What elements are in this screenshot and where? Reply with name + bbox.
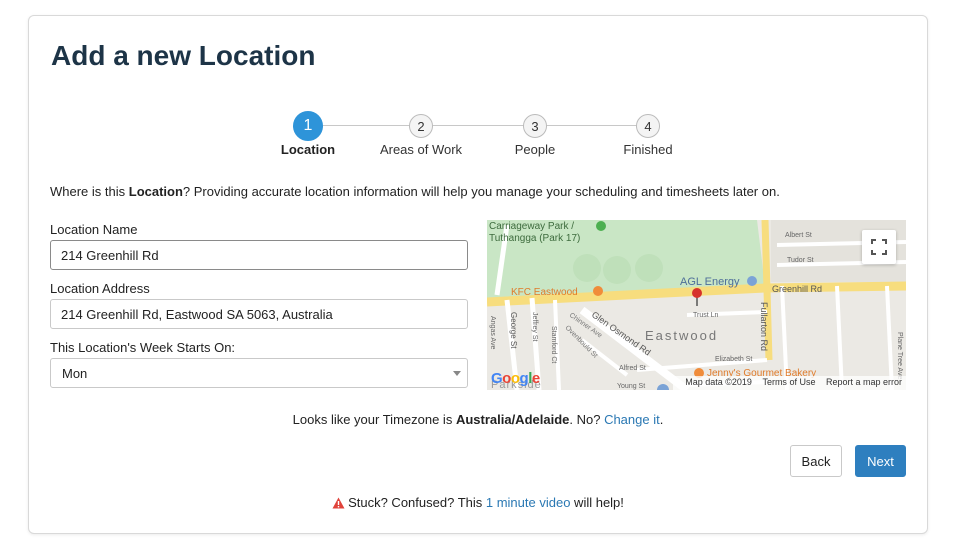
map-label: Alfred St [619,365,646,372]
intro-text: Where is this Location? Providing accura… [50,184,780,199]
tz-middle: . No? [569,412,605,427]
location-map[interactable]: Carriageway Park / Tuthangga (Park 17) K… [487,220,906,390]
expand-icon [871,239,887,255]
add-location-card: Add a new Location 1 Location 2 Areas of… [28,15,928,534]
timezone-text: Looks like your Timezone is Australia/Ad… [29,412,927,427]
location-name-input[interactable] [50,240,468,270]
map-data-label: Map data ©2019 [685,377,752,387]
week-start-select[interactable]: Mon [50,358,468,388]
map-label: George St [509,312,518,349]
location-address-input[interactable] [50,299,468,329]
fullscreen-button[interactable] [862,230,896,264]
google-logo: Google [491,370,540,387]
step-label: People [514,142,556,157]
map-label: Greenhill Rd [772,284,822,294]
tz-suffix: . [659,412,664,427]
tz-zone: Australia/Adelaide [455,412,570,427]
intro-prefix: Where is this [50,184,129,199]
terms-of-use-link[interactable]: Terms of Use [762,377,815,387]
location-address-label: Location Address [50,281,150,296]
video-link[interactable]: 1 minute video [486,495,571,510]
location-name-label: Location Name [50,222,138,237]
help-prefix: Stuck? Confused? This [348,495,486,510]
map-canvas: Carriageway Park / Tuthangga (Park 17) K… [487,220,906,390]
wizard-stepper: 1 Location 2 Areas of Work 3 People 4 Fi… [279,111,679,157]
map-label: Stamford Ct [550,326,557,363]
step-location: 1 Location [248,111,368,157]
step-areas-of-work: 2 Areas of Work [361,113,481,157]
map-label: Trust Ln [693,312,719,319]
back-button[interactable]: Back [790,445,842,477]
step-people: 3 People [475,113,595,157]
map-label: Eastwood [645,328,718,343]
week-start-label: This Location's Week Starts On: [50,340,236,355]
map-label: Albert St [785,232,812,239]
map-label: Tudor St [787,257,814,264]
map-label: Plane Tree Ave [896,332,903,379]
page-title: Add a new Location [51,40,316,71]
step-number: 4 [636,114,660,138]
map-label: Fullarton Rd [759,302,769,351]
warning-icon [332,497,345,509]
map-label: Young St [617,383,645,390]
map-label: AGL Energy [680,276,740,288]
week-start-value: Mon [62,366,88,381]
step-label: Areas of Work [379,142,463,157]
help-suffix: will help! [570,495,624,510]
next-button[interactable]: Next [855,445,906,477]
map-footer: Map data ©2019 Terms of Use Report a map… [673,376,906,390]
step-number: 2 [409,114,433,138]
intro-bold: Location [128,184,183,199]
map-label: Elizabeth St [715,356,752,363]
step-label: Finished [623,142,673,157]
step-number: 1 [293,111,323,141]
tz-prefix: Looks like your Timezone is [292,412,456,427]
change-timezone-link[interactable]: Change it [604,412,660,427]
step-label: Location [280,142,336,157]
step-finished: 4 Finished [588,113,708,157]
map-label: KFC Eastwood [511,287,578,298]
report-map-error-link[interactable]: Report a map error [826,377,902,387]
map-label: Tuthangga (Park 17) [489,233,580,244]
chevron-down-icon [453,371,461,376]
step-number: 3 [523,114,547,138]
map-label: Jeffrey St [531,312,538,341]
map-label: Carriageway Park / [489,221,574,232]
intro-suffix: ? Providing accurate location informatio… [182,184,780,199]
help-text: Stuck? Confused? This 1 minute video wil… [29,495,927,510]
map-label: Angas Ave [489,316,496,349]
